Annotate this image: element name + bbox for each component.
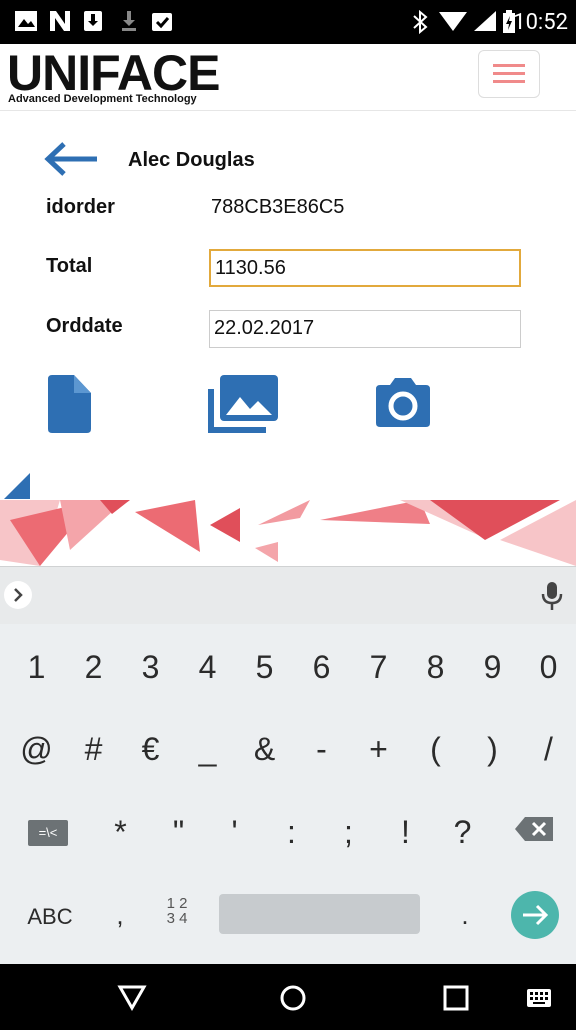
decorative-banner [0, 500, 576, 566]
key-semicolon[interactable]: ; [320, 814, 377, 854]
key-8[interactable]: 8 [407, 649, 464, 689]
recents-square-icon[interactable] [443, 985, 469, 1011]
gallery-icon[interactable] [208, 375, 280, 433]
logo: UNIFACE [7, 45, 220, 101]
keyboard-suggestion-strip [0, 566, 576, 625]
download-icon [122, 11, 136, 31]
menu-line [493, 80, 525, 83]
key-single-quote[interactable]: ' [206, 814, 263, 854]
wifi-icon [439, 12, 467, 31]
document-icon[interactable] [44, 375, 92, 433]
key-slash[interactable]: / [521, 731, 576, 771]
key-plus[interactable]: + [350, 731, 407, 771]
key-close-paren[interactable]: ) [464, 731, 521, 771]
corner-triangle [4, 473, 30, 499]
home-circle-icon[interactable] [279, 984, 307, 1012]
idorder-label: idorder [46, 196, 115, 218]
expand-suggestions-button[interactable] [4, 581, 32, 609]
customer-name: Alec Douglas [128, 149, 255, 171]
key-open-paren[interactable]: ( [407, 731, 464, 771]
key-hash[interactable]: # [65, 731, 122, 771]
menu-button[interactable] [478, 50, 540, 98]
arrow-right-icon [523, 904, 549, 926]
clipboard-check-icon [152, 13, 172, 31]
key-question[interactable]: ? [434, 814, 491, 854]
backspace-icon[interactable] [515, 816, 553, 842]
key-symbols-page[interactable]: =\< [28, 820, 68, 846]
key-ampersand[interactable]: & [236, 731, 293, 771]
key-3[interactable]: 3 [122, 649, 179, 689]
order-form: Alec Douglas idorder 788CB3E86C5 Total 1… [0, 111, 576, 501]
key-6[interactable]: 6 [293, 649, 350, 689]
image-icon [15, 11, 37, 31]
decor-triangles [0, 500, 576, 566]
back-triangle-icon[interactable] [117, 983, 147, 1011]
key-7[interactable]: 7 [350, 649, 407, 689]
key-0[interactable]: 0 [521, 649, 576, 689]
n-icon [50, 11, 70, 31]
bluetooth-icon [413, 10, 428, 34]
key-period[interactable]: . [445, 900, 485, 940]
key-9[interactable]: 9 [464, 649, 521, 689]
enter-button[interactable] [511, 891, 559, 939]
key-minus[interactable]: - [293, 731, 350, 771]
keyboard-switch-icon[interactable] [526, 988, 552, 1008]
navigation-bar [0, 964, 576, 1030]
camera-icon[interactable] [374, 377, 432, 429]
status-time: 10:52 [513, 10, 568, 35]
key-5[interactable]: 5 [236, 649, 293, 689]
key-1[interactable]: 1 [8, 649, 65, 689]
chevron-right-icon [14, 588, 23, 602]
app-header: UNIFACE Advanced Development Technology [0, 44, 576, 111]
back-arrow-icon[interactable] [44, 141, 100, 177]
key-double-quote[interactable]: " [150, 814, 207, 854]
total-label: Total [46, 255, 93, 277]
menu-line [493, 64, 525, 67]
key-numpad[interactable]: 1 2 3 4 [155, 896, 199, 936]
key-asterisk[interactable]: * [92, 814, 149, 854]
key-2[interactable]: 2 [65, 649, 122, 689]
key-euro[interactable]: € [122, 731, 179, 771]
total-input[interactable]: 1130.56 [209, 249, 521, 287]
key-colon[interactable]: : [263, 814, 320, 854]
key-4[interactable]: 4 [179, 649, 236, 689]
menu-line [493, 72, 525, 75]
key-at[interactable]: @ [8, 731, 65, 771]
idorder-value: 788CB3E86C5 [211, 196, 345, 218]
key-abc[interactable]: ABC [15, 904, 85, 934]
keyboard: 1 2 3 4 5 6 7 8 9 0 @ # € _ & - + ( ) / … [0, 624, 576, 964]
orddate-label: Orddate [46, 315, 123, 337]
signal-icon [474, 11, 496, 31]
logo-subtitle: Advanced Development Technology [8, 93, 197, 105]
key-underscore[interactable]: _ [179, 731, 236, 771]
microphone-icon[interactable] [540, 581, 564, 611]
status-bar: 10:52 [0, 0, 576, 44]
orddate-input[interactable]: 22.02.2017 [209, 310, 521, 348]
download-box-icon [84, 11, 102, 31]
key-comma[interactable]: , [100, 900, 140, 940]
key-exclamation[interactable]: ! [377, 814, 434, 854]
key-space[interactable] [219, 894, 420, 934]
